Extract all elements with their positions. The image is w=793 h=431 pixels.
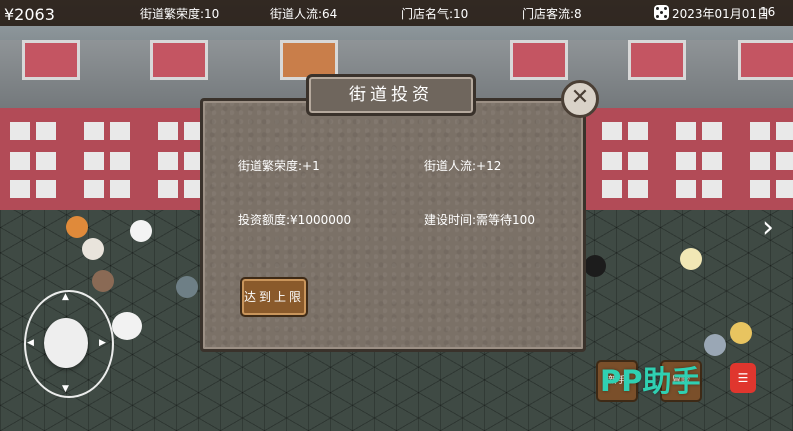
watermark-logo: PP助手	[600, 364, 701, 398]
pedestrian	[730, 322, 752, 344]
next-arrow-icon[interactable]: ›	[762, 210, 774, 245]
joystick-arrow-icon: ▼	[62, 384, 69, 394]
watermark-badge: ☰	[730, 363, 756, 393]
pedestrian	[680, 248, 702, 270]
close-icon[interactable]: ✕	[561, 80, 599, 118]
game-date: 2023年01月01日	[672, 7, 770, 21]
pedestrian	[82, 238, 104, 260]
chimney	[738, 40, 793, 80]
top-status-bar: ¥2063 街道繁荣度:10 街道人流:64 门店名气:10 门店客流:8 20…	[0, 0, 793, 26]
pedestrian	[112, 312, 142, 340]
chimney	[510, 40, 568, 80]
chimney	[22, 40, 80, 80]
store-customers-stat: 门店客流:8	[522, 7, 582, 21]
pedestrian	[92, 270, 114, 292]
game-time: 16	[760, 5, 776, 19]
pedestrian	[66, 216, 88, 238]
investment-amount: 投资额度:¥1000000	[238, 213, 352, 227]
traffic-gain: 街道人流:+12	[424, 159, 502, 173]
build-time: 建设时间:需等待100	[424, 213, 535, 227]
dialog-title: 街道投资	[306, 74, 476, 116]
joystick-knob[interactable]	[44, 318, 88, 368]
money-counter: ¥2063	[4, 5, 55, 24]
pedestrian	[704, 334, 726, 356]
street-prosperity-stat: 街道繁荣度:10	[140, 7, 220, 21]
max-reached-button[interactable]: 达到上限	[240, 277, 308, 317]
chimney	[150, 40, 208, 80]
pedestrian	[176, 276, 198, 298]
pedestrian	[584, 255, 606, 277]
pedestrian	[130, 220, 152, 242]
street-traffic-stat: 街道人流:64	[270, 7, 338, 21]
joystick-arrow-icon: ▶	[99, 338, 106, 348]
chimney	[628, 40, 686, 80]
joystick-arrow-icon: ▲	[62, 292, 69, 302]
dice-icon[interactable]	[654, 5, 669, 20]
store-fame-stat: 门店名气:10	[401, 7, 469, 21]
joystick-arrow-icon: ◀	[27, 338, 34, 348]
prosperity-gain: 街道繁荣度:+1	[238, 159, 320, 173]
